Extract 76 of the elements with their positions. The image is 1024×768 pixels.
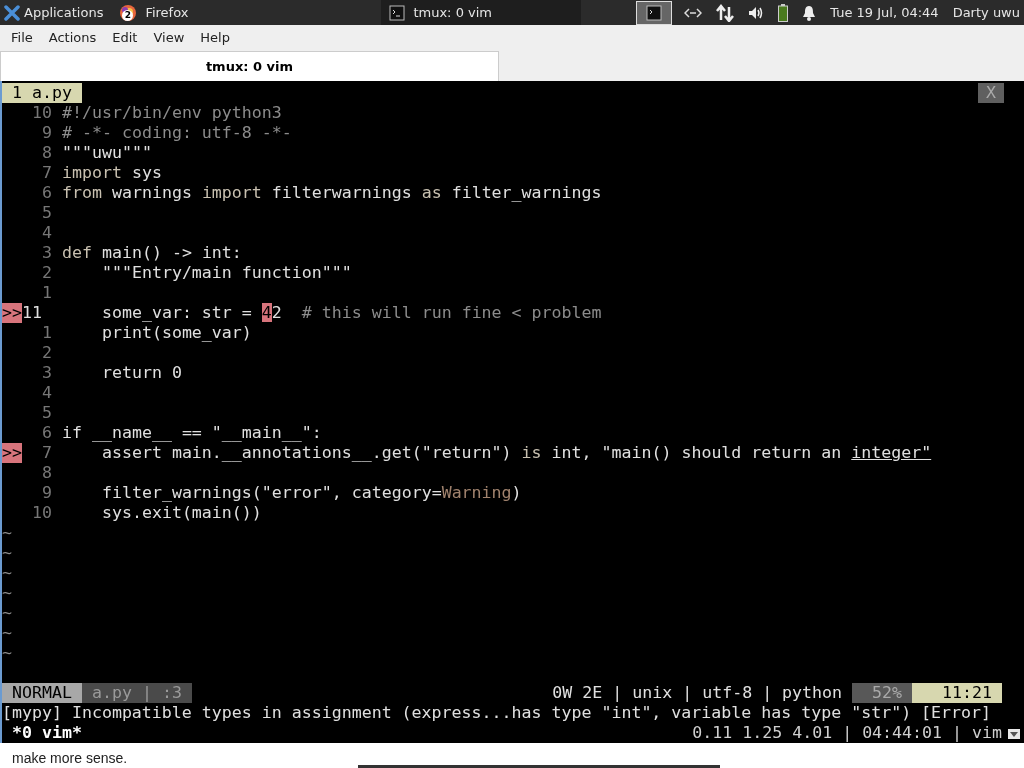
menu-item[interactable]: Edit: [104, 27, 146, 48]
line-number: 6: [41, 423, 53, 443]
buffer-tab[interactable]: 1 a.py: [2, 83, 82, 103]
line-number: 5: [41, 203, 53, 223]
line-number: 1: [41, 283, 53, 303]
line-number: 9: [41, 483, 53, 503]
transfer-arrows-icon: [716, 3, 735, 22]
line-number: 7: [41, 443, 53, 463]
tilde-marker: ~: [2, 603, 12, 623]
tilde-marker: ~: [2, 583, 12, 603]
terminal-icon: [389, 4, 406, 21]
error-sign: >>: [2, 303, 22, 323]
menu-item[interactable]: Help: [192, 27, 238, 48]
error-message: [mypy] Incompatible types in assignment (express...has type "int", variable has type "str") [Error]: [2, 703, 992, 723]
cursor-position: 11:21: [912, 683, 1002, 703]
applications-menu[interactable]: Applications: [0, 0, 112, 25]
code-line: return 0: [100, 363, 182, 383]
code-line: #!/usr/bin/env python3: [62, 103, 282, 123]
code-line: """Entry/main function""": [100, 263, 352, 283]
clock[interactable]: Tue 19 Jul, 04:44: [830, 2, 939, 23]
tilde-marker: ~: [2, 543, 12, 563]
code-line: filter_warnings("error", category=Warning): [100, 483, 522, 503]
line-number: 1: [41, 323, 53, 343]
menu-item[interactable]: File: [3, 27, 41, 48]
user-name[interactable]: Darty uwu: [952, 2, 1020, 23]
code-line: some_var: str = 42 # this will run fine < problem: [100, 303, 602, 323]
applications-label: Applications: [24, 3, 104, 22]
volume-icon: [748, 5, 765, 20]
line-number: 7: [41, 163, 53, 183]
count-badge: 2: [122, 10, 134, 21]
mode-indicator: NORMAL: [2, 683, 82, 703]
taskbar-button[interactable]: 2 Firefox: [111, 0, 292, 25]
tmux-status: 0.11 1.25 4.01 | 04:44:01 | vim: [692, 723, 1002, 743]
code-line: # -*- coding: utf-8 -*-: [62, 123, 292, 143]
line-number: 4: [41, 383, 53, 403]
file-info: a.py | :3: [81, 683, 192, 703]
network-icon: [684, 6, 703, 19]
x-logo-icon: [4, 4, 20, 21]
tilde-marker: ~: [2, 623, 12, 643]
menu-item[interactable]: View: [145, 27, 193, 48]
error-sign: >>: [2, 443, 22, 463]
line-number: 10: [31, 503, 53, 523]
line-number: 8: [41, 463, 53, 483]
bell-icon: [802, 4, 817, 21]
code-line: import sys: [62, 163, 162, 183]
scroll-percent: 52%: [852, 683, 913, 703]
down-arrow-icon: [1008, 729, 1020, 739]
body-text: make more sense.: [12, 749, 128, 768]
code-line: def main() -> int:: [62, 243, 242, 263]
line-number: 11: [22, 303, 43, 323]
line-number: 4: [41, 223, 53, 243]
battery-icon: [778, 3, 789, 22]
code-line: from warnings import filterwarnings as filter_warnings: [62, 183, 602, 203]
file-format-info: 0W 2E | unix | utf-8 | python: [552, 683, 844, 703]
code-line: print(some_var): [100, 323, 252, 343]
line-number: 10: [31, 103, 53, 123]
tilde-marker: ~: [2, 643, 12, 663]
line-number: 9: [41, 123, 53, 143]
menu-item[interactable]: Actions: [40, 27, 105, 48]
line-number: 8: [41, 143, 53, 163]
code-line: if __name__ == "__main__":: [62, 423, 322, 443]
tilde-marker: ~: [2, 523, 12, 543]
code-line: assert main.__annotations__.get("return") is int, "main() should return an integer": [100, 443, 932, 463]
tilde-marker: ~: [2, 563, 12, 583]
terminal-icon: [636, 0, 673, 25]
tmux-window[interactable]: *0 vim*: [2, 723, 82, 743]
line-number: 3: [41, 363, 53, 383]
tab[interactable]: tmux: 0 vim: [0, 51, 499, 81]
line-number: 2: [41, 343, 53, 363]
line-number: 3: [41, 243, 53, 263]
line-number: 2: [41, 263, 53, 283]
line-number: 6: [41, 183, 53, 203]
code-line: """uwu""": [62, 143, 152, 163]
line-number: 5: [41, 403, 53, 423]
taskbar-button[interactable]: tmux: 0 vim: [381, 0, 582, 25]
code-line: sys.exit(main()): [100, 503, 262, 523]
